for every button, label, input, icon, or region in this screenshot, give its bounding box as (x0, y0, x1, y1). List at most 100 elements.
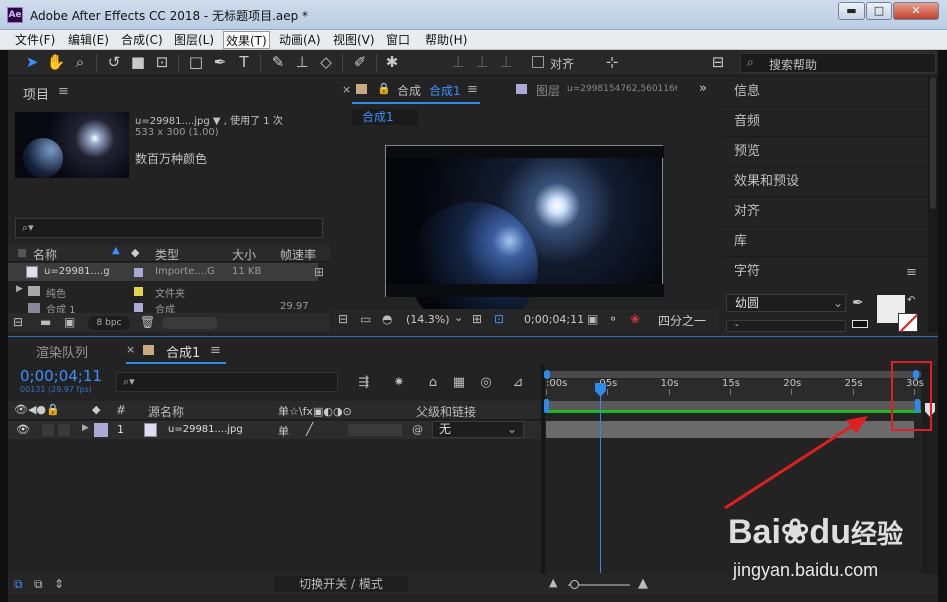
camera-snapshot-icon[interactable]: ▣ (587, 312, 598, 326)
timeline-divider[interactable] (541, 365, 545, 581)
layer-search-input[interactable]: ⌕▾ (116, 372, 338, 392)
tab-render-queue[interactable]: 渲染队列 (36, 342, 88, 361)
right-panel-scrollbar[interactable] (928, 77, 938, 332)
menu-edit[interactable]: 编辑(E) (66, 31, 111, 49)
swap-colors-icon[interactable]: ↶ (907, 295, 915, 306)
comp-tab-name[interactable]: 合成1 (429, 82, 461, 99)
workspace-icon[interactable]: ⊟ (708, 52, 728, 72)
mask-icon[interactable]: ◓ (382, 312, 392, 326)
show-snapshot-icon[interactable]: ⚬ (608, 312, 618, 326)
menu-effect[interactable]: 效果(T) (223, 31, 270, 49)
comp-menu-icon[interactable]: ≡ (467, 82, 478, 97)
menu-file[interactable]: 文件(F) (13, 31, 57, 49)
grid-icon[interactable]: ⊞ (472, 312, 482, 326)
column-size[interactable]: 大小 (232, 246, 256, 263)
font-style-select[interactable]: - (726, 320, 846, 332)
eyedropper-icon[interactable]: ✒ (852, 295, 864, 311)
hierarchy-icon[interactable]: ⊞ (314, 265, 324, 279)
pan-behind-tool-icon[interactable]: ⊡ (152, 52, 172, 72)
expand-arrow-icon[interactable]: ▶ (16, 284, 23, 294)
transfer-controls-toggle-icon[interactable]: ⧉ (34, 577, 43, 592)
column-source-name[interactable]: 源名称 (148, 403, 184, 420)
sort-ascending-icon[interactable]: ▲ (112, 245, 120, 256)
toggle-switches-modes-button[interactable]: 切换开关 / 模式 (274, 576, 408, 592)
draft-3d-icon[interactable]: ✷ (389, 373, 409, 393)
clone-stamp-tool-icon[interactable]: ⊥ (292, 52, 312, 72)
local-axis-icon[interactable]: ⊥ (448, 52, 468, 72)
new-folder-icon[interactable]: ▬ (40, 315, 51, 329)
camera-tool-icon[interactable]: ■ (128, 52, 148, 72)
new-composition-icon[interactable]: ▣ (64, 315, 75, 329)
shy-switch[interactable]: 单 (278, 423, 289, 439)
zoom-tool-icon[interactable]: ⌕ (70, 52, 90, 72)
tab-timeline-comp[interactable]: 合成1 (166, 342, 200, 361)
panel-library[interactable]: 库 (722, 227, 928, 257)
visibility-icon[interactable]: 👁 (16, 423, 30, 436)
project-panel-title[interactable]: 项目 (23, 84, 49, 103)
panel-effects-presets[interactable]: 效果和预设 (722, 167, 928, 197)
project-scrollbar[interactable] (162, 317, 218, 329)
layer-name[interactable]: u=29981....jpg (168, 424, 243, 435)
column-parent[interactable]: 父级和链接 (416, 403, 476, 420)
zoom-slider-thumb[interactable] (570, 580, 579, 589)
always-preview-icon[interactable]: ⊟ (338, 312, 348, 326)
panel-info[interactable]: 信息 (722, 77, 928, 107)
timeline-menu-icon[interactable]: ≡ (210, 343, 221, 358)
project-row[interactable]: ▶ 纯色 文件夹 (8, 282, 318, 300)
timeline-timecode[interactable]: 0;00;04;11 (20, 367, 102, 385)
layer-tab-name[interactable]: u=2998154762,5601166 (567, 84, 677, 94)
column-type[interactable]: 类型 (155, 246, 179, 263)
brush-tool-icon[interactable]: ✎ (268, 52, 288, 72)
rotate-tool-icon[interactable]: ↺ (104, 52, 124, 72)
playhead-line[interactable] (599, 396, 601, 573)
project-menu-icon[interactable]: ≡ (58, 84, 69, 99)
menu-help[interactable]: 帮助(H) (423, 31, 469, 49)
menu-view[interactable]: 视图(V) (331, 31, 377, 49)
character-menu-icon[interactable]: ≡ (906, 265, 917, 280)
shy-layers-icon[interactable]: ⌂ (423, 373, 443, 393)
layer-tab-prefix[interactable]: 图层 (536, 82, 560, 99)
column-fps[interactable]: 帧速率 (280, 246, 316, 263)
pen-tool-icon[interactable]: ✒ (210, 52, 230, 72)
project-search-input[interactable]: ⌕▾ (15, 218, 323, 238)
view-axis-icon[interactable]: ⊥ (496, 52, 516, 72)
layer-switches[interactable] (348, 424, 402, 436)
font-family-select[interactable]: 幼圆 ⌄ (726, 294, 846, 312)
lock-icon[interactable]: 🔒 (377, 82, 391, 95)
time-navigator[interactable] (546, 371, 921, 378)
menu-layer[interactable]: 图层(L) (172, 31, 216, 49)
selection-tool-icon[interactable]: ➤ (22, 52, 42, 72)
resolution-value[interactable]: 四分之一 (658, 312, 706, 329)
in-out-toggle-icon[interactable]: ⇕ (54, 577, 64, 591)
composition-mini-flowchart-icon[interactable]: ⇶ (354, 373, 374, 393)
comp-viewer[interactable] (332, 129, 719, 332)
panel-character[interactable]: 字符 (722, 257, 928, 287)
black-swatch[interactable] (852, 320, 868, 328)
trash-icon[interactable]: 🗑 (140, 315, 155, 329)
menu-animation[interactable]: 动画(A) (277, 31, 323, 49)
snapping-options-icon[interactable]: ⊹ (602, 52, 622, 72)
layer-label-swatch[interactable] (94, 423, 108, 437)
close-tab-icon[interactable]: × (342, 83, 351, 96)
parent-select[interactable]: 无 ⌄ (432, 421, 524, 438)
quality-switch[interactable]: ╱ (306, 422, 313, 436)
comp-tab-prefix[interactable]: 合成 (397, 82, 421, 99)
audio-toggle[interactable] (42, 424, 54, 436)
frame-blending-icon[interactable]: ▦ (449, 373, 469, 393)
panel-align[interactable]: 对齐 (722, 197, 928, 227)
solo-toggle[interactable] (58, 424, 70, 436)
bpc-button[interactable]: 8 bpc (88, 316, 130, 330)
channel-icon[interactable]: ❀ (630, 312, 640, 326)
viewer-timecode[interactable]: 0;00;04;11 (524, 313, 584, 326)
expand-arrow-icon[interactable]: ▶ (82, 423, 89, 433)
panel-preview[interactable]: 预览 (722, 137, 928, 167)
stroke-color-swatch[interactable] (898, 313, 919, 333)
menu-window[interactable]: 窗口 (384, 31, 412, 49)
hand-tool-icon[interactable]: ✋ (46, 52, 66, 72)
graph-editor-icon[interactable]: ⊿ (508, 373, 528, 393)
rectangle-tool-icon[interactable]: □ (186, 52, 206, 72)
monitor-icon[interactable]: ▭ (360, 312, 371, 326)
eraser-tool-icon[interactable]: ◇ (316, 52, 336, 72)
world-axis-icon[interactable]: ⊥ (472, 52, 492, 72)
snap-checkbox[interactable] (532, 56, 544, 68)
